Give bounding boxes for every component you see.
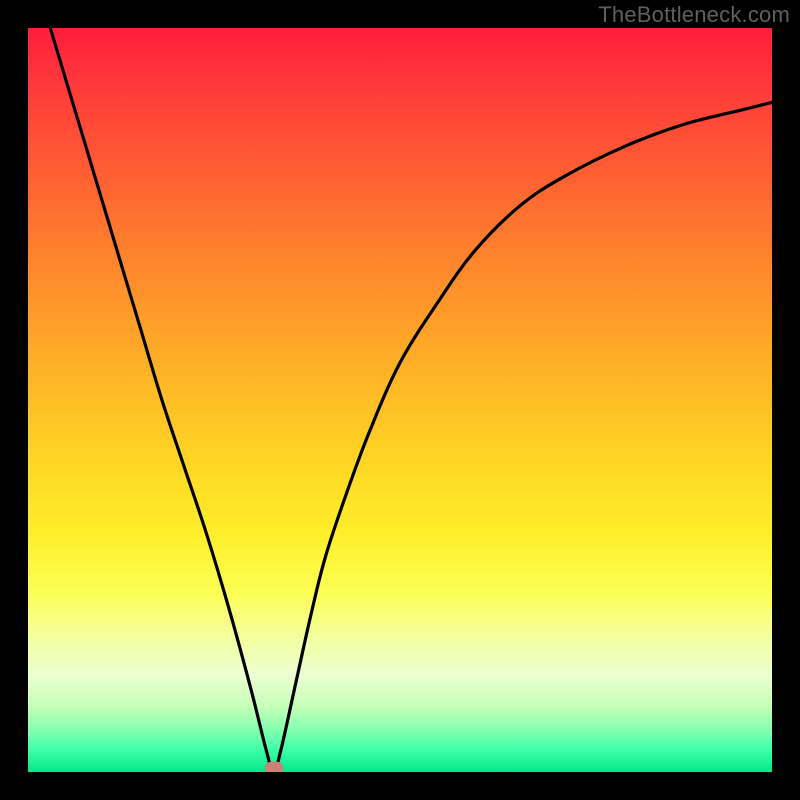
curve-line <box>50 28 772 772</box>
plot-area <box>28 28 772 772</box>
watermark-text: TheBottleneck.com <box>598 2 790 28</box>
bottleneck-curve <box>28 28 772 772</box>
chart-frame: TheBottleneck.com <box>0 0 800 800</box>
optimal-point-marker <box>265 762 283 773</box>
